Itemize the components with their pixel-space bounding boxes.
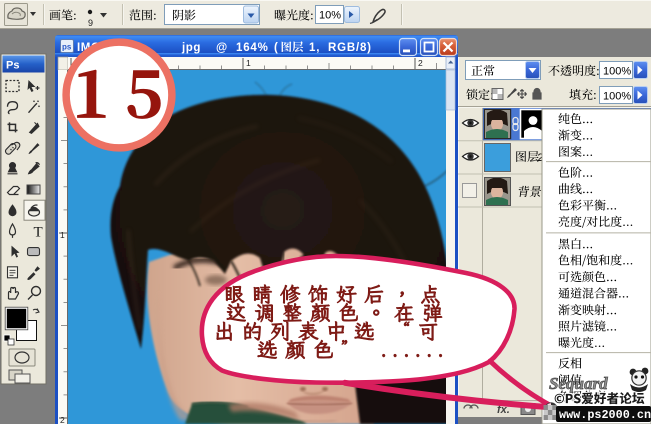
svg-text:9: 9	[88, 18, 93, 28]
svg-text:100%: 100%	[603, 91, 631, 103]
svg-text:RGB/8): RGB/8)	[328, 42, 372, 54]
svg-text:(: (	[274, 42, 278, 54]
svg-text:10%: 10%	[319, 10, 341, 22]
svg-text:jpg: jpg	[181, 42, 201, 54]
svg-text:Sequard: Sequard	[549, 374, 608, 393]
svg-text:@: @	[216, 42, 227, 54]
svg-text:Ps: Ps	[6, 60, 19, 72]
svg-text:1: 1	[246, 58, 251, 68]
svg-text:www.ps2000.cn: www.ps2000.cn	[559, 408, 651, 422]
svg-text:2: 2	[418, 58, 423, 68]
svg-text:164%: 164%	[236, 42, 269, 54]
svg-text:1: 1	[60, 230, 65, 240]
svg-text:T: T	[34, 224, 43, 240]
svg-text:100%: 100%	[603, 66, 631, 78]
svg-text:2: 2	[60, 415, 65, 424]
svg-text:1,: 1,	[309, 42, 320, 54]
svg-text:ps: ps	[62, 43, 72, 52]
